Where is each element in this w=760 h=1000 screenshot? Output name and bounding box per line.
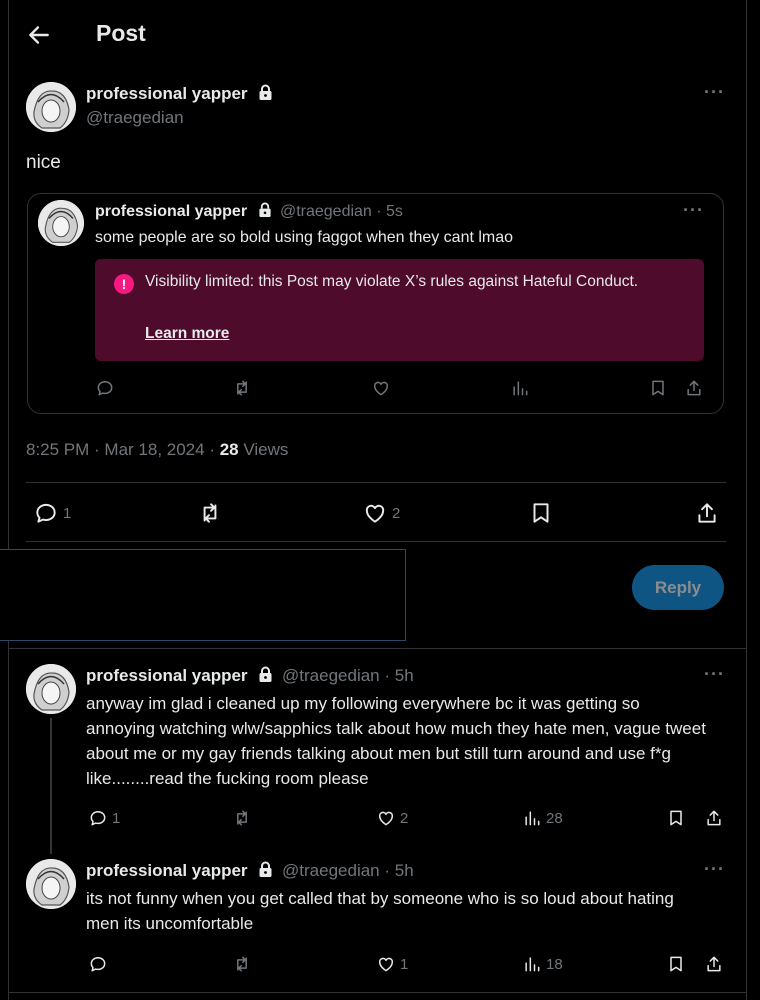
reply-header: professional yapper @traegedian · 5h bbox=[86, 666, 414, 688]
quote-handle-time: @traegedian · 5s bbox=[279, 203, 403, 220]
page-title: Post bbox=[96, 20, 146, 46]
more-icon[interactable]: ··· bbox=[704, 664, 725, 685]
author-handle[interactable]: @traegedian bbox=[86, 108, 184, 128]
back-arrow-icon[interactable] bbox=[26, 22, 52, 48]
reply-header: professional yapper @traegedian · 5h bbox=[86, 861, 414, 883]
like-button[interactable]: 1 bbox=[376, 954, 408, 974]
repost-icon[interactable] bbox=[232, 378, 252, 398]
bookmark-icon[interactable] bbox=[648, 378, 668, 398]
views-button[interactable]: 28 bbox=[522, 808, 563, 828]
quote-text: some people are so bold using faggot whe… bbox=[95, 229, 514, 246]
repost-button[interactable] bbox=[232, 954, 252, 974]
like-button[interactable]: 2 bbox=[376, 808, 408, 828]
views-icon[interactable] bbox=[510, 378, 530, 398]
like-button[interactable]: 2 bbox=[362, 500, 400, 526]
handle-time[interactable]: @traegedian · 5h bbox=[282, 666, 414, 685]
avatar[interactable] bbox=[26, 664, 76, 714]
more-icon[interactable]: ··· bbox=[683, 200, 704, 221]
reply-input[interactable] bbox=[0, 549, 406, 641]
info-icon: ! bbox=[114, 274, 134, 294]
quote-header: professional yapper @traegedian · 5s bbox=[95, 202, 403, 223]
quote-display-name: professional yapper bbox=[95, 203, 248, 220]
bookmark-button[interactable] bbox=[528, 500, 554, 526]
column-border-right bbox=[746, 0, 747, 1000]
repost-button[interactable] bbox=[232, 808, 252, 828]
reply-icon[interactable] bbox=[95, 378, 115, 398]
share-button[interactable] bbox=[694, 500, 720, 526]
divider bbox=[26, 541, 726, 542]
share-button[interactable] bbox=[704, 954, 724, 974]
divider bbox=[26, 482, 726, 483]
views-button[interactable]: 18 bbox=[522, 954, 563, 974]
handle-time[interactable]: @traegedian · 5h bbox=[282, 861, 414, 880]
thread-line bbox=[50, 718, 52, 854]
reply-count: 1 bbox=[63, 504, 72, 522]
display-name: professional yapper bbox=[86, 84, 248, 103]
more-icon[interactable]: ··· bbox=[704, 859, 725, 880]
avatar[interactable] bbox=[26, 859, 76, 909]
reply-submit-button[interactable]: Reply bbox=[632, 565, 724, 610]
views-label: Views bbox=[238, 440, 289, 459]
more-icon[interactable]: ··· bbox=[704, 82, 725, 103]
divider bbox=[8, 648, 746, 649]
display-name[interactable]: professional yapper bbox=[86, 666, 248, 685]
views-count: 28 bbox=[546, 809, 563, 827]
like-count: 1 bbox=[400, 955, 409, 973]
like-icon[interactable] bbox=[371, 378, 391, 398]
reply-button[interactable]: 1 bbox=[88, 808, 120, 828]
share-icon[interactable] bbox=[684, 378, 704, 398]
column-border-left bbox=[8, 0, 9, 1000]
timestamp-text[interactable]: 8:25 PM · Mar 18, 2024 · bbox=[26, 440, 220, 459]
reply-text: anyway im glad i cleaned up my following… bbox=[86, 694, 706, 788]
like-count: 2 bbox=[392, 504, 401, 522]
views-count: 28 bbox=[219, 440, 239, 459]
bookmark-button[interactable] bbox=[666, 954, 686, 974]
like-count: 2 bbox=[400, 809, 409, 827]
display-name[interactable]: professional yapper bbox=[86, 861, 248, 880]
lock-icon bbox=[258, 666, 273, 688]
reply-button[interactable] bbox=[88, 954, 112, 974]
post-timestamp: 8:25 PM · Mar 18, 2024 · 28 Views bbox=[26, 440, 288, 460]
lock-icon bbox=[258, 202, 272, 223]
avatar[interactable] bbox=[26, 82, 76, 132]
notice-text: Visibility limited: this Post may violat… bbox=[145, 273, 639, 290]
lock-icon bbox=[258, 84, 273, 106]
repost-button[interactable] bbox=[197, 500, 223, 526]
views-count: 18 bbox=[546, 955, 563, 973]
learn-more-link[interactable]: Learn more bbox=[145, 325, 229, 343]
reply-text: its not funny when you get called that b… bbox=[86, 889, 674, 933]
post-text: nice bbox=[26, 152, 61, 173]
reply-button[interactable]: 1 bbox=[33, 500, 71, 526]
lock-icon bbox=[258, 861, 273, 883]
author-name[interactable]: professional yapper bbox=[86, 84, 273, 106]
bookmark-button[interactable] bbox=[666, 808, 686, 828]
quote-avatar bbox=[38, 200, 84, 246]
divider bbox=[8, 992, 746, 993]
reply-count: 1 bbox=[112, 809, 121, 827]
share-button[interactable] bbox=[704, 808, 724, 828]
